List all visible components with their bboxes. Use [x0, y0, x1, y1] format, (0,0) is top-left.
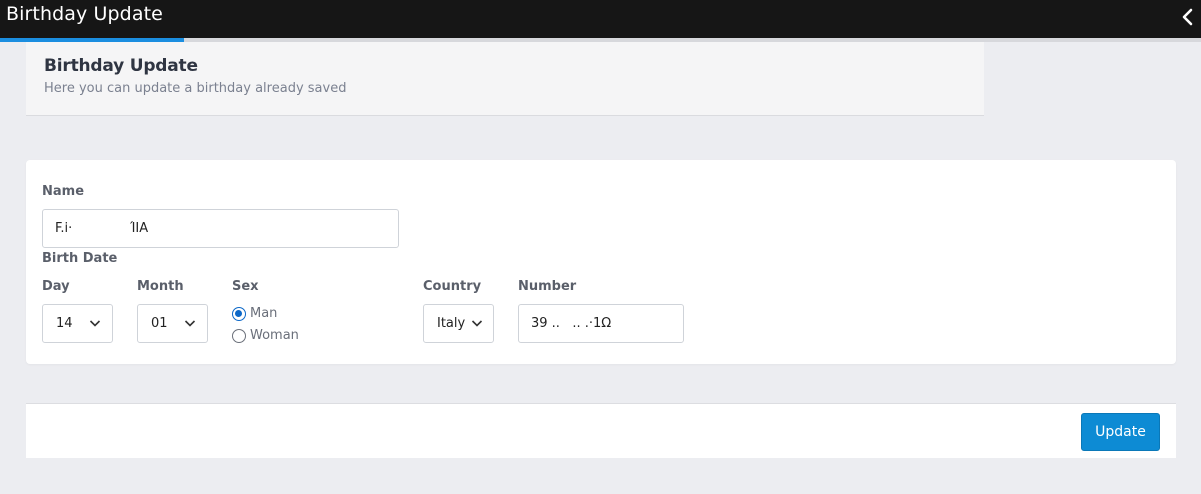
chevron-down-icon: [471, 320, 483, 327]
number-label: Number: [518, 279, 577, 294]
country-label: Country: [423, 279, 482, 294]
radio-woman-label: Woman: [250, 328, 299, 343]
name-label: Name: [42, 184, 85, 199]
chevron-down-icon: [184, 320, 196, 327]
month-value: 01: [151, 316, 168, 331]
sex-label: Sex: [232, 279, 259, 294]
number-input[interactable]: [518, 304, 684, 343]
name-input[interactable]: [42, 209, 399, 248]
app-title: Birthday Update: [6, 3, 163, 25]
sex-radio-man[interactable]: Man: [232, 306, 312, 323]
chevron-left-icon[interactable]: [1181, 8, 1195, 26]
country-value: Italy: [437, 316, 466, 331]
update-button[interactable]: Update: [1081, 413, 1160, 451]
month-label: Month: [137, 279, 184, 294]
top-bar: Birthday Update: [0, 0, 1201, 38]
birth-date-label: Birth Date: [42, 251, 118, 266]
day-label: Day: [42, 279, 70, 294]
chevron-down-icon: [89, 320, 101, 327]
day-select[interactable]: 14: [42, 304, 113, 343]
sex-radio-woman[interactable]: Woman: [232, 328, 312, 345]
month-select[interactable]: 01: [137, 304, 208, 343]
country-select[interactable]: Italy: [423, 304, 494, 343]
day-value: 14: [56, 316, 73, 331]
radio-woman[interactable]: [232, 329, 246, 343]
radio-man-label: Man: [250, 306, 278, 321]
page-subtitle: Here you can update a birthday already s…: [44, 81, 347, 96]
form-footer: Update: [26, 403, 1176, 458]
birthday-form: Name Birth Date Day 14 Month 01 Sex Man …: [26, 160, 1176, 364]
radio-man[interactable]: [232, 307, 246, 321]
page-header: Birthday Update Here you can update a bi…: [26, 42, 984, 116]
page-title: Birthday Update: [44, 56, 198, 76]
